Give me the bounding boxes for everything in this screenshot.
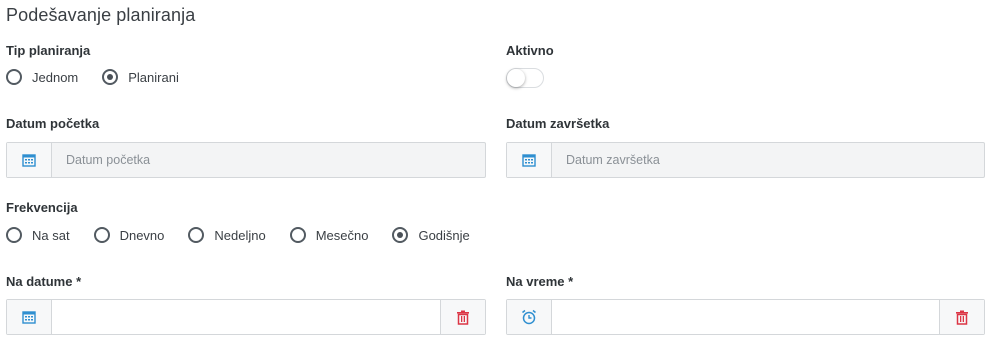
toggle-knob[interactable]: [507, 69, 525, 87]
end-date-label: Datum završetka: [506, 116, 610, 131]
radio-planned[interactable]: Planirani: [102, 69, 179, 85]
radio-yearly-label[interactable]: Godišnje: [418, 228, 469, 243]
page-title: Podešavanje planiranja: [6, 5, 196, 25]
radio-once-circle[interactable]: [6, 69, 22, 85]
end-date-input[interactable]: [552, 143, 984, 177]
start-date-input[interactable]: [52, 143, 485, 177]
trash-icon[interactable]: [440, 300, 485, 334]
frequency-radio-group: Na sat Dnevno Nedeljno Mesečno Godišnje: [6, 227, 470, 243]
on-time-input[interactable]: [552, 300, 939, 334]
active-toggle[interactable]: [506, 68, 544, 88]
radio-weekly-circle[interactable]: [188, 227, 205, 243]
active-label: Aktivno: [506, 43, 554, 58]
end-date-input-group: [506, 142, 985, 178]
calendar-icon[interactable]: [7, 300, 52, 334]
on-time-label: Na vreme *: [506, 274, 574, 289]
frequency-label: Frekvencija: [6, 200, 78, 215]
alarm-clock-icon[interactable]: [507, 300, 552, 334]
start-date-input-group: [6, 142, 486, 178]
calendar-icon[interactable]: [507, 143, 552, 177]
on-dates-label: Na datume *: [6, 274, 82, 289]
radio-planned-circle[interactable]: [102, 69, 119, 85]
radio-daily-circle[interactable]: [93, 227, 110, 243]
on-time-input-group: [506, 299, 985, 335]
schedule-type-label: Tip planiranja: [6, 43, 91, 58]
radio-daily-label[interactable]: Dnevno: [120, 228, 165, 243]
schedule-type-radio-group: Jednom Planirani: [6, 69, 179, 85]
radio-hourly-label[interactable]: Na sat: [32, 228, 70, 243]
calendar-icon[interactable]: [7, 143, 52, 177]
radio-planned-label[interactable]: Planirani: [128, 70, 179, 85]
radio-weekly[interactable]: Nedeljno: [188, 227, 266, 243]
radio-yearly[interactable]: Godišnje: [392, 227, 470, 243]
start-date-label: Datum početka: [6, 116, 100, 131]
on-dates-input-group: [6, 299, 486, 335]
radio-hourly-circle[interactable]: [6, 227, 22, 243]
radio-once-label[interactable]: Jednom: [32, 70, 78, 85]
on-dates-input[interactable]: [52, 300, 440, 334]
trash-icon[interactable]: [939, 300, 984, 334]
radio-yearly-circle[interactable]: [392, 227, 409, 243]
radio-monthly[interactable]: Mesečno: [289, 227, 369, 243]
radio-daily[interactable]: Dnevno: [93, 227, 165, 243]
radio-hourly[interactable]: Na sat: [6, 227, 70, 243]
radio-weekly-label[interactable]: Nedeljno: [214, 228, 265, 243]
radio-monthly-label[interactable]: Mesečno: [316, 228, 369, 243]
radio-monthly-circle[interactable]: [289, 227, 306, 243]
radio-once[interactable]: Jednom: [6, 69, 78, 85]
